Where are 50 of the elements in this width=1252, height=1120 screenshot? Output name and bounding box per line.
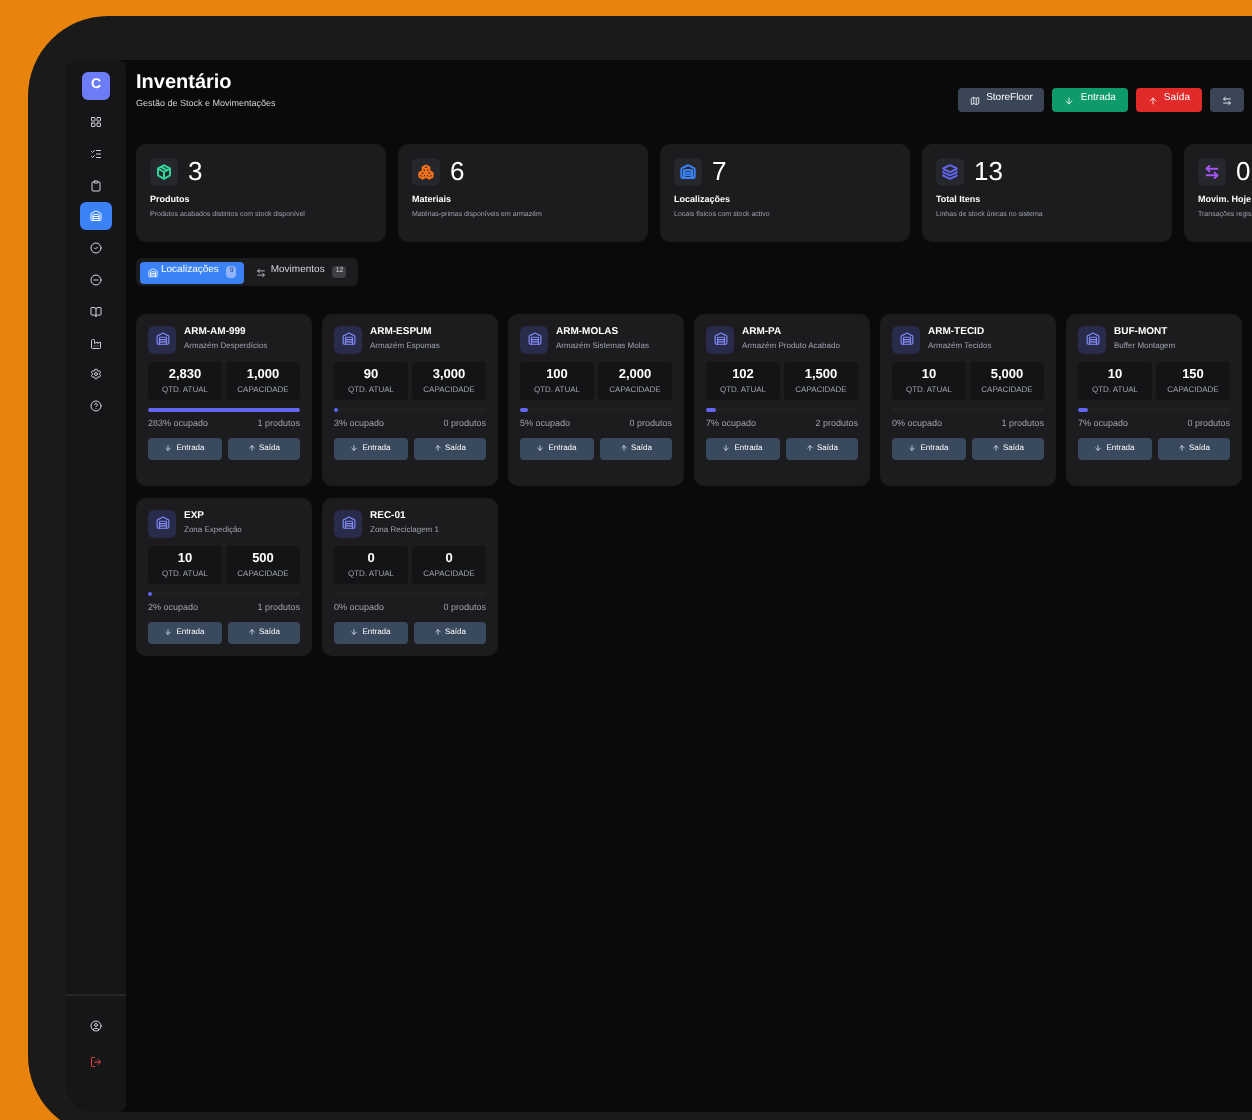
warehouse-icon [527, 332, 541, 346]
arrow-down-icon [722, 444, 731, 452]
arrow-up-icon [1177, 444, 1186, 452]
arrow-up-icon [247, 444, 256, 452]
settings-icon [90, 368, 102, 381]
warehouse-icon [155, 332, 169, 346]
check-circle-icon [90, 242, 102, 255]
transfer-button[interactable] [1210, 88, 1244, 112]
arrow-down-icon [1094, 444, 1103, 452]
warehouse-icon [1085, 332, 1099, 346]
arrow-up-icon [433, 444, 442, 452]
factory-icon [90, 337, 102, 350]
stat-value: 7 [712, 158, 727, 186]
warehouse-icon [90, 210, 102, 223]
warehouse-icon [899, 332, 913, 346]
logout-icon [90, 1056, 102, 1068]
arrow-down-icon [164, 628, 173, 636]
arrow-up-icon [1147, 95, 1158, 105]
arrow-up-icon [247, 628, 256, 636]
grid-icon [90, 116, 102, 128]
transfer-icon [256, 267, 267, 277]
arrow-up-icon [991, 444, 1000, 452]
map-icon [970, 95, 981, 105]
clipboard-icon [90, 179, 102, 192]
help-icon [90, 400, 102, 413]
transfer-icon [1222, 95, 1232, 105]
stat-value: 6 [450, 158, 465, 186]
warehouse-icon [341, 332, 355, 346]
arrow-up-icon [619, 444, 628, 452]
arrow-down-icon [908, 444, 917, 452]
book-icon [90, 305, 102, 318]
page-title: Inventário [136, 72, 234, 96]
stat-value: 0 [1236, 158, 1251, 186]
sidebar-item[interactable] [80, 202, 112, 231]
warehouse-icon [341, 516, 355, 530]
arrow-down-icon [536, 444, 545, 452]
arrow-up-icon [805, 444, 814, 452]
stat-value: 13 [974, 158, 1003, 186]
arrow-down-icon [1064, 95, 1075, 105]
minus-circle-icon [90, 273, 102, 286]
stat-value: 3 [188, 158, 203, 186]
arrow-down-icon [350, 444, 359, 452]
list-icon [90, 147, 102, 160]
arrow-down-icon [164, 444, 173, 452]
user-icon [90, 1020, 102, 1032]
warehouse-icon [147, 267, 157, 277]
warehouse-icon [713, 332, 727, 346]
arrow-up-icon [433, 628, 442, 636]
arrow-down-icon [350, 628, 359, 636]
warehouse-icon [155, 516, 169, 530]
